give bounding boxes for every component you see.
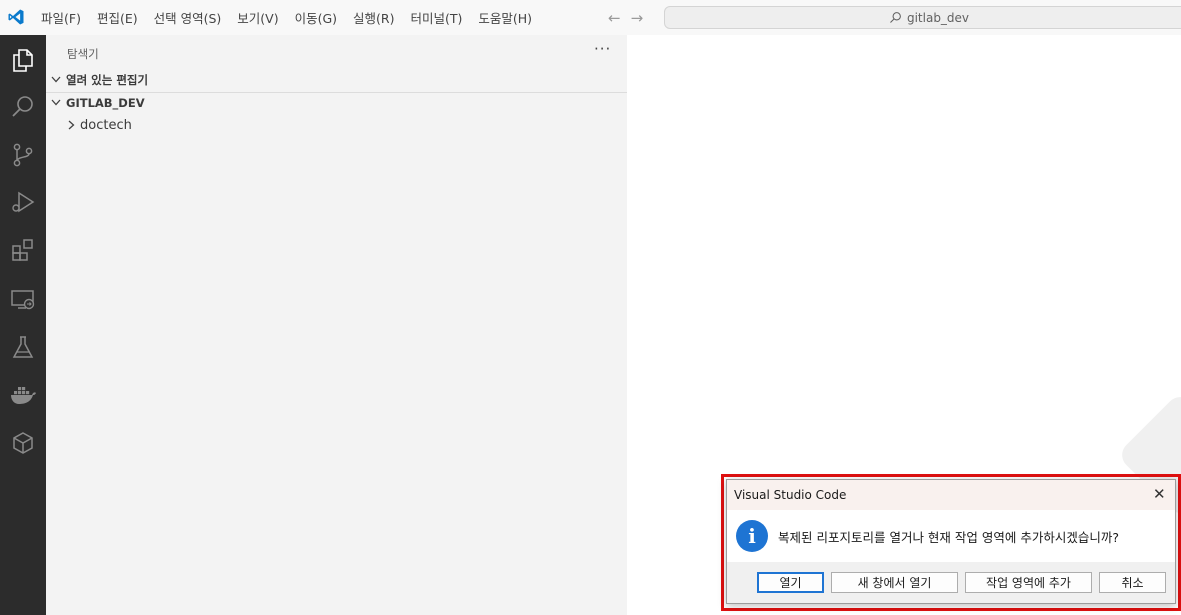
run-debug-icon[interactable] (0, 179, 46, 225)
menu-bar: 파일(F) 편집(E) 선택 영역(S) 보기(V) 이동(G) 실행(R) 터… (33, 0, 540, 35)
chevron-right-icon (68, 120, 75, 130)
more-actions-icon[interactable]: ··· (594, 40, 611, 58)
vscode-logo-icon (8, 9, 24, 25)
info-icon: i (736, 520, 768, 552)
command-center-search[interactable]: gitlab_dev (664, 6, 1181, 29)
open-button[interactable]: 열기 (757, 572, 824, 593)
menu-selection[interactable]: 선택 영역(S) (146, 8, 230, 27)
cancel-button[interactable]: 취소 (1099, 572, 1166, 593)
forward-arrow-icon[interactable]: → (631, 9, 644, 27)
confirm-dialog: Visual Studio Code ✕ i 복제된 리포지토리를 열거나 현재… (726, 479, 1176, 604)
remote-explorer-icon[interactable] (0, 276, 46, 322)
dialog-title: Visual Studio Code (734, 488, 847, 502)
testing-icon[interactable] (0, 324, 46, 370)
menu-view[interactable]: 보기(V) (229, 8, 286, 27)
menu-edit[interactable]: 편집(E) (89, 8, 146, 27)
extensions-icon[interactable] (0, 227, 46, 273)
menu-help[interactable]: 도움말(H) (470, 8, 540, 27)
sidebar-title: 탐색기 (67, 47, 99, 61)
explorer-icon[interactable] (0, 37, 46, 83)
folder-section[interactable]: GITLAB_DEV (46, 92, 627, 114)
dialog-message: 복제된 리포지토리를 열거나 현재 작업 영역에 추가하시겠습니까? (778, 530, 1119, 545)
navigation-arrows: ← → (608, 9, 643, 27)
open-new-window-button[interactable]: 새 창에서 열기 (831, 572, 958, 593)
docker-icon[interactable] (0, 372, 46, 418)
search-icon (890, 12, 901, 23)
add-to-workspace-button[interactable]: 작업 영역에 추가 (965, 572, 1092, 593)
open-editors-section[interactable]: 열려 있는 편집기 (46, 69, 627, 91)
open-editors-label: 열려 있는 편집기 (66, 73, 149, 87)
search-icon[interactable] (0, 84, 46, 130)
menu-go[interactable]: 이동(G) (287, 8, 345, 27)
dialog-title-bar: Visual Studio Code ✕ (727, 480, 1175, 510)
tree-item-doctech[interactable]: doctech (46, 114, 627, 136)
activity-bar (0, 35, 46, 615)
explorer-sidebar: 탐색기 ··· 열려 있는 편집기 GITLAB_DEV doctech (46, 35, 627, 615)
title-bar: 파일(F) 편집(E) 선택 영역(S) 보기(V) 이동(G) 실행(R) 터… (0, 0, 1181, 35)
source-control-icon[interactable] (0, 132, 46, 178)
chevron-down-icon (51, 99, 61, 106)
folder-label: GITLAB_DEV (66, 96, 145, 110)
menu-terminal[interactable]: 터미널(T) (403, 8, 471, 27)
package-icon[interactable] (0, 420, 46, 466)
dialog-footer: 열기 새 창에서 열기 작업 영역에 추가 취소 (727, 562, 1175, 603)
command-center-text: gitlab_dev (906, 10, 970, 25)
tree-item-label: doctech (80, 117, 132, 133)
menu-run[interactable]: 실행(R) (345, 8, 402, 27)
dialog-body: i 복제된 리포지토리를 열거나 현재 작업 영역에 추가하시겠습니까? (727, 510, 1175, 562)
back-arrow-icon[interactable]: ← (608, 9, 621, 27)
menu-file[interactable]: 파일(F) (33, 8, 89, 27)
close-icon[interactable]: ✕ (1153, 485, 1166, 503)
chevron-down-icon (51, 76, 61, 83)
